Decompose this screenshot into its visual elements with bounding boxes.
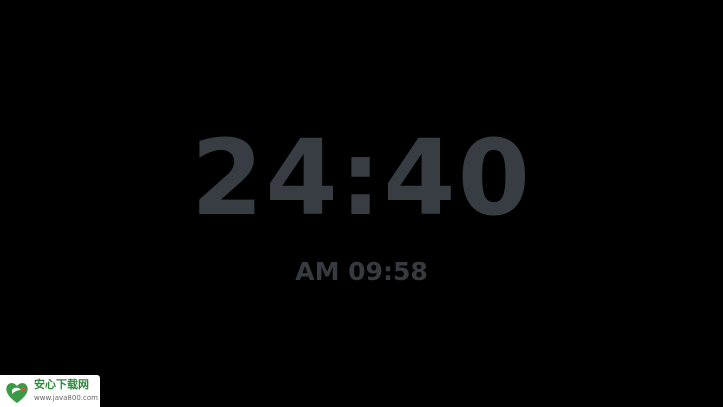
heart-leaf-logo-icon	[3, 378, 31, 406]
clock-screen[interactable]: 24:40 AM 09:58 安心下载网 www.java800.com	[0, 0, 723, 407]
watermark-site-name: 安心下载网	[34, 378, 89, 391]
main-time-display: 24:40	[190, 117, 533, 239]
secondary-time-display: AM 09:58	[295, 257, 428, 286]
watermark-url: www.java800.com	[34, 394, 98, 402]
site-watermark: 安心下载网 www.java800.com	[0, 375, 100, 407]
